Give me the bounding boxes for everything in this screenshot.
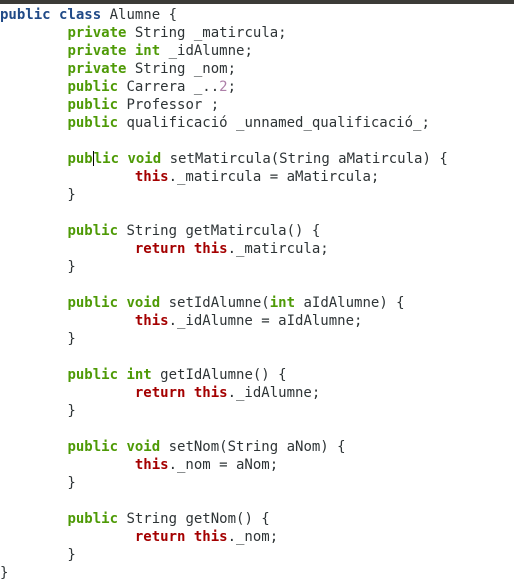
code-editor[interactable]: public class Alumne { private String _ma… <box>0 4 514 587</box>
code-line[interactable]: } <box>0 546 76 564</box>
code-text: getIdAlumne() { <box>151 367 287 383</box>
code-line[interactable]: public Carrera _..2; <box>0 78 236 96</box>
code-line[interactable]: public qualificació _unnamed_qualificaci… <box>0 114 430 132</box>
code-token-num: 2 <box>219 79 228 95</box>
code-line[interactable]: this._nom = aNom; <box>0 456 278 474</box>
code-token-kw2: public <box>67 223 119 239</box>
code-token-kwthis: this <box>134 457 169 473</box>
code-line[interactable]: public Professor ; <box>0 96 219 114</box>
code-line[interactable]: } <box>0 258 76 276</box>
code-text: ._matircula = aMatircula; <box>168 169 380 185</box>
code-text: qualificació _unnamed_qualificació_; <box>118 115 430 131</box>
code-text: _idAlumne; <box>160 43 253 59</box>
code-text: aIdAlumne) { <box>295 295 405 311</box>
code-text: setNom(String aNom) { <box>160 439 346 455</box>
code-text: } <box>0 259 76 275</box>
code-token-kwthis: return this <box>134 241 228 257</box>
code-token-kwthis: this <box>134 169 169 185</box>
code-line[interactable]: public void setMatircula(String aMatircu… <box>0 150 448 168</box>
code-line[interactable]: public void setNom(String aNom) { <box>0 438 346 456</box>
code-token-kw2: int <box>269 295 296 311</box>
code-token-kw2: public <box>67 115 119 131</box>
code-line[interactable]: private String _nom; <box>0 60 236 78</box>
code-line[interactable]: public class Alumne { <box>0 6 177 24</box>
code-text: } <box>0 547 76 563</box>
code-line[interactable]: } <box>0 564 8 582</box>
code-token-kw2: lic void <box>93 151 162 167</box>
code-token-kw2: public <box>67 97 119 113</box>
code-line[interactable]: } <box>0 474 76 492</box>
code-text: ._matircula; <box>227 241 329 257</box>
code-token-kw2: public <box>67 79 119 95</box>
code-text: String getNom() { <box>118 511 270 527</box>
code-text: ._idAlumne = aIdAlumne; <box>168 313 363 329</box>
code-line[interactable]: this._matircula = aMatircula; <box>0 168 379 186</box>
code-text: String _matircula; <box>126 25 287 41</box>
code-line[interactable]: private int _idAlumne; <box>0 42 253 60</box>
code-text: ._nom = aNom; <box>168 457 279 473</box>
code-line[interactable]: public String getNom() { <box>0 510 270 528</box>
code-token-kw2: private int <box>67 43 161 59</box>
code-line[interactable]: public String getMatircula() { <box>0 222 320 240</box>
code-text: Professor ; <box>118 97 220 113</box>
code-line[interactable]: public int getIdAlumne() { <box>0 366 287 384</box>
code-token-kw: public class <box>0 7 102 23</box>
code-token-kwthis: return this <box>134 385 228 401</box>
code-line[interactable]: return this._matircula; <box>0 240 329 258</box>
code-token-kw2: private <box>67 61 127 77</box>
code-token-kw2: public void <box>67 439 161 455</box>
code-line[interactable]: return this._nom; <box>0 528 278 546</box>
code-text: Carrera _.. <box>118 79 220 95</box>
code-line[interactable]: } <box>0 186 76 204</box>
code-text: } <box>0 187 76 203</box>
code-token-kw2: private <box>67 25 127 41</box>
code-line[interactable]: return this._idAlumne; <box>0 384 320 402</box>
code-text: String _nom; <box>126 61 237 77</box>
code-token-kw2: public void <box>67 295 161 311</box>
code-text: } <box>0 475 76 491</box>
code-text: Alumne { <box>101 7 178 23</box>
code-line[interactable]: this._idAlumne = aIdAlumne; <box>0 312 363 330</box>
code-text: ; <box>227 79 237 95</box>
code-text: ._nom; <box>227 529 279 545</box>
code-token-kw2: public int <box>67 367 152 383</box>
code-text: } <box>0 331 76 347</box>
code-line[interactable]: public void setIdAlumne(int aIdAlumne) { <box>0 294 405 312</box>
code-line[interactable]: } <box>0 402 76 420</box>
code-token-kwthis: this <box>134 313 169 329</box>
code-token-kw2: public <box>67 511 119 527</box>
code-token-kwthis: return this <box>134 529 228 545</box>
code-token-kw2: pub <box>67 151 93 167</box>
code-text: ._idAlumne; <box>227 385 321 401</box>
code-line[interactable]: } <box>0 330 76 348</box>
code-text: setIdAlumne( <box>160 295 270 311</box>
code-text: String getMatircula() { <box>118 223 321 239</box>
code-text: } <box>0 565 9 581</box>
code-text: setMatircula(String aMatircula) { <box>161 151 448 167</box>
code-text: } <box>0 403 76 419</box>
code-line[interactable]: private String _matircula; <box>0 24 287 42</box>
